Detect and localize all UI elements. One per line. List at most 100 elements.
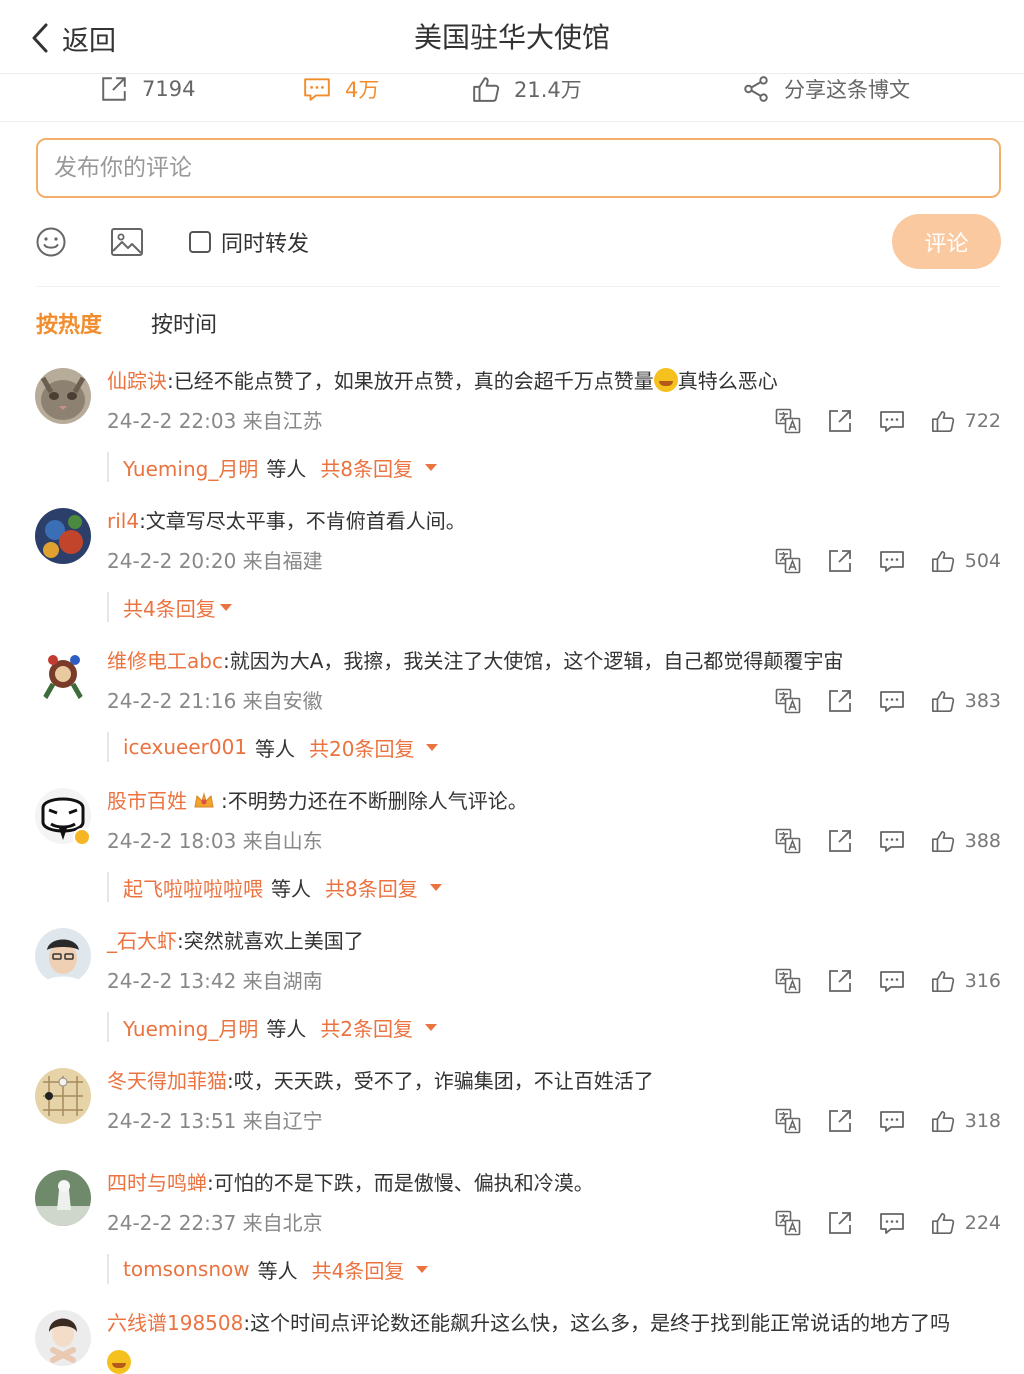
translate-icon[interactable] [775,828,801,854]
comment-icon [304,78,330,101]
avatar[interactable] [35,1310,91,1366]
comment-input-box [36,138,1001,198]
comment-text: 四时与鸣蝉:可怕的不是下跌，而是傲慢、偏执和冷漠。 [107,1168,1007,1198]
comment-input[interactable] [38,140,999,196]
like-count: 388 [964,830,1001,852]
divider [36,286,1001,287]
avatar[interactable] [35,1170,91,1226]
like-button[interactable]: 224 [931,1211,1001,1235]
translate-icon[interactable] [775,1210,801,1236]
reply-summary: icexueer001 等人 共20条回复 [107,732,439,762]
like-icon [931,1109,955,1133]
checkbox[interactable] [189,231,211,253]
comment-icon[interactable] [879,688,905,714]
reply-etc: 等人 [266,456,307,481]
expand-replies-button[interactable]: 共4条回复 [123,593,232,622]
comment-meta: 24-2-2 13:51 来自辽宁 [107,1109,323,1133]
share-button[interactable]: 分享这条博文 [742,74,910,104]
expand-replies-button[interactable]: 共2条回复 [320,1013,438,1042]
avatar[interactable] [35,648,91,704]
tab-sort-by-hot[interactable]: 按热度 [36,310,102,342]
repost-stat[interactable]: 7194 [100,74,195,104]
comment-username[interactable]: _石大虾 [107,929,177,953]
repost-icon[interactable] [827,548,853,574]
emoji-icon[interactable] [35,226,67,258]
comment-icon[interactable] [879,968,905,994]
compose-toolbar: 同时转发 评论 [0,214,1024,270]
comment-username[interactable]: ril4 [107,509,139,533]
avatar[interactable] [35,508,91,564]
image-icon[interactable] [110,226,144,258]
post-stats-bar: 7194 4万 21.4万 分享这条博文 [0,74,1024,122]
like-count: 318 [964,1110,1001,1132]
reply-summary: tomsonsnow 等人 共4条回复 [107,1254,429,1284]
like-button[interactable]: 316 [931,969,1001,993]
expand-replies-button[interactable]: 共4条回复 [312,1255,429,1284]
repost-icon[interactable] [827,828,853,854]
reply-etc: 等人 [266,1016,307,1041]
like-stat[interactable]: 21.4万 [472,74,582,104]
translate-icon[interactable] [775,408,801,434]
translate-icon[interactable] [775,1108,801,1134]
comment-icon[interactable] [879,1108,905,1134]
back-button[interactable]: 返回 [30,18,116,58]
repost-checkbox-label: 同时转发 [221,232,310,257]
comment-icon[interactable] [879,548,905,574]
verified-badge-icon [73,828,91,846]
crown-badge-icon [194,792,214,808]
repost-icon[interactable] [827,968,853,994]
like-button[interactable]: 383 [931,689,1001,713]
tab-sort-by-time[interactable]: 按时间 [151,310,217,342]
avatar[interactable] [35,1068,91,1124]
reply-username[interactable]: Yueming_月明 [123,1013,258,1042]
comment-stat[interactable]: 4万 [303,74,379,104]
comment-icon[interactable] [879,1210,905,1236]
comment-icon[interactable] [879,408,905,434]
comment-username[interactable]: 维修电工abc [107,649,223,673]
repost-icon[interactable] [827,688,853,714]
comment-meta: 24-2-2 22:37 来自北京 [107,1211,323,1235]
comment-username[interactable]: 股市百姓 [107,789,187,813]
caret-down-icon [429,883,442,891]
reply-etc: 等人 [271,876,311,901]
comment-username[interactable]: 冬天得加菲猫 [107,1069,227,1093]
repost-checkbox[interactable]: 同时转发 [189,226,309,258]
avatar[interactable] [35,368,91,424]
like-icon [931,409,955,433]
repost-icon[interactable] [827,408,853,434]
like-button[interactable]: 318 [931,1109,1001,1133]
comment-actions: 224 [749,1208,1001,1238]
repost-icon[interactable] [827,1210,853,1236]
reply-total: 共4条回复 [123,596,216,621]
like-count: 21.4万 [514,78,582,102]
top-nav: 返回 美国驻华大使馆 [0,0,1024,74]
comment-meta: 24-2-2 13:42 来自湖南 [107,969,323,993]
expand-replies-button[interactable]: 共8条回复 [320,453,438,482]
comment-username[interactable]: 六线谱198508 [107,1311,243,1335]
like-button[interactable]: 388 [931,829,1001,853]
translate-icon[interactable] [775,548,801,574]
translate-icon[interactable] [775,968,801,994]
like-count: 224 [964,1212,1001,1234]
comment-count: 4万 [345,78,380,102]
like-button[interactable]: 722 [931,409,1001,433]
like-button[interactable]: 504 [931,549,1001,573]
like-icon [931,1211,955,1235]
comment-icon[interactable] [879,828,905,854]
comment-emoji-line [107,1350,131,1374]
reply-username[interactable]: Yueming_月明 [123,453,258,482]
caret-down-icon [425,463,438,471]
translate-icon[interactable] [775,688,801,714]
reply-username[interactable]: 起飞啦啦啦啦喂 [123,873,263,902]
reply-username[interactable]: tomsonsnow [123,1257,250,1281]
comment-username[interactable]: 四时与鸣蝉 [107,1171,207,1195]
submit-comment-button[interactable]: 评论 [892,214,1001,269]
comment-username[interactable]: 仙踪诀 [107,369,167,393]
reply-username[interactable]: icexueer001 [123,735,247,759]
repost-icon[interactable] [827,1108,853,1134]
avatar[interactable] [35,928,91,984]
comment-actions: 316 [749,966,1001,996]
expand-replies-button[interactable]: 共8条回复 [325,873,442,902]
page-title: 美国驻华大使馆 [413,21,610,54]
expand-replies-button[interactable]: 共20条回复 [309,733,439,762]
